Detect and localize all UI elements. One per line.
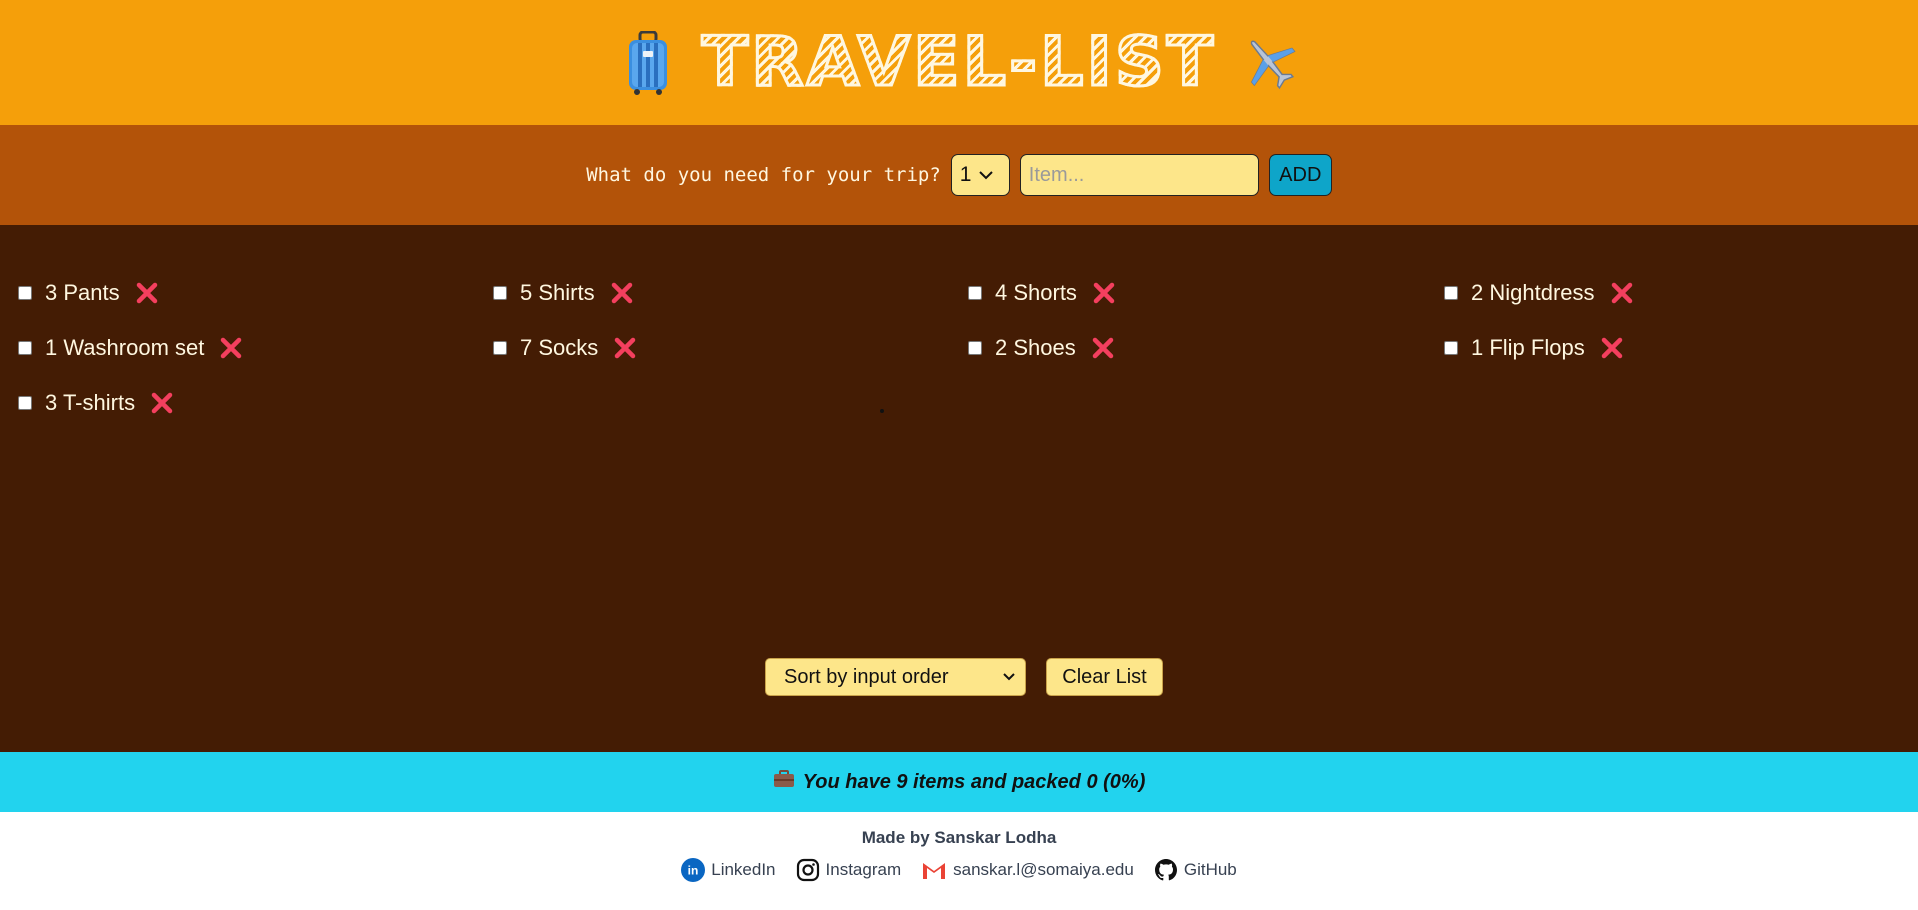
social-links: in LinkedIn Instagram sanskar.l@somaiya.… — [0, 858, 1918, 882]
item-checkbox[interactable] — [18, 341, 32, 355]
item-label: 3 Pants — [45, 280, 120, 305]
sort-select[interactable]: Sort by input order — [765, 658, 1026, 696]
app-title: TRAVEL-LIST — [700, 22, 1217, 104]
instagram-label: Instagram — [825, 860, 902, 879]
remove-item-button[interactable] — [1599, 335, 1625, 361]
item-checkbox[interactable] — [968, 286, 982, 300]
remove-item-button[interactable] — [149, 390, 175, 416]
form-label: What do you need for your trip? — [586, 164, 941, 186]
cross-icon — [611, 282, 632, 304]
list-item: 1 Flip Flops — [1444, 333, 1625, 363]
app-header: TRAVEL-LIST — [0, 0, 1918, 125]
item-label: 2 Shoes — [995, 335, 1076, 360]
linkedin-label: LinkedIn — [711, 860, 776, 879]
list-item: 3 Pants — [18, 278, 160, 308]
footer: Made by Sanskar Lodha in LinkedIn Instag… — [0, 812, 1918, 910]
list-item: 5 Shirts — [493, 278, 635, 308]
item-label: 3 T-shirts — [45, 390, 136, 415]
item-label: 1 Washroom set — [45, 335, 205, 360]
item-label: 4 Shorts — [995, 280, 1077, 305]
instagram-link[interactable]: Instagram — [796, 858, 902, 882]
suitcase-icon — [618, 28, 678, 98]
clear-list-button[interactable]: Clear List — [1046, 658, 1163, 696]
item-checkbox[interactable] — [493, 286, 507, 300]
stats-bar: You have 9 items and packed 0 (0%) — [0, 752, 1918, 812]
item-checkbox[interactable] — [1444, 286, 1458, 300]
cross-icon — [1093, 282, 1115, 304]
cross-icon — [1601, 337, 1622, 359]
cursor-dot — [880, 409, 884, 413]
packing-list: 3 Pants 5 Shirts 4 Shorts 2 Nightdress 1 Was… — [0, 225, 1918, 752]
item-checkbox[interactable] — [1444, 341, 1458, 355]
cross-icon — [136, 282, 157, 304]
cross-icon — [615, 337, 636, 359]
remove-item-button[interactable] — [1090, 335, 1116, 361]
item-label: 2 Nightdress — [1471, 280, 1595, 305]
cross-icon — [1611, 282, 1632, 304]
email-label: sanskar.l@somaiya.edu — [953, 860, 1134, 879]
list-item: 7 Socks — [493, 333, 638, 363]
add-button[interactable]: ADD — [1268, 154, 1332, 196]
item-checkbox[interactable] — [968, 341, 982, 355]
item-checkbox[interactable] — [493, 341, 507, 355]
email-link[interactable]: sanskar.l@somaiya.edu — [921, 858, 1134, 882]
github-icon — [1154, 859, 1177, 881]
remove-item-button[interactable] — [612, 335, 638, 361]
list-item: 4 Shorts — [968, 278, 1117, 308]
cross-icon — [151, 392, 173, 414]
item-label: 5 Shirts — [520, 280, 595, 305]
list-item: 2 Shoes — [968, 333, 1116, 363]
remove-item-button[interactable] — [609, 280, 635, 306]
svg-text:in: in — [688, 864, 699, 878]
item-checkbox[interactable] — [18, 286, 32, 300]
quantity-select[interactable]: 1 — [950, 154, 1010, 196]
linkedin-link[interactable]: in LinkedIn — [681, 858, 776, 882]
cross-icon — [221, 337, 242, 359]
sort-value: Sort by input order — [784, 665, 949, 688]
cross-icon — [1092, 337, 1113, 359]
remove-item-button[interactable] — [134, 280, 160, 306]
item-label: 1 Flip Flops — [1471, 335, 1585, 360]
list-actions: Sort by input order Clear List — [0, 658, 1918, 696]
gmail-icon — [923, 863, 946, 879]
github-link[interactable]: GitHub — [1154, 858, 1237, 882]
linkedin-icon: in — [681, 858, 706, 882]
item-input[interactable] — [1019, 154, 1259, 196]
quantity-value: 1 — [959, 163, 972, 186]
remove-item-button[interactable] — [1609, 280, 1635, 306]
list-item: 3 T-shirts — [18, 388, 175, 418]
airplane-icon — [1240, 28, 1300, 98]
item-label: 7 Socks — [520, 335, 599, 360]
chevron-down-icon — [1003, 673, 1015, 681]
stats-text: You have 9 items and packed 0 (0%) — [802, 770, 1146, 793]
made-by-text: Made by Sanskar Lodha — [861, 828, 1057, 847]
list-item: 1 Washroom set — [18, 333, 244, 363]
remove-item-button[interactable] — [218, 335, 244, 361]
instagram-icon — [796, 858, 819, 882]
briefcase-icon — [773, 770, 795, 794]
add-item-form: What do you need for your trip? 1 ADD — [0, 125, 1918, 225]
list-item: 2 Nightdress — [1444, 278, 1635, 308]
remove-item-button[interactable] — [1091, 280, 1117, 306]
github-label: GitHub — [1183, 860, 1237, 879]
chevron-down-icon — [979, 171, 994, 180]
item-checkbox[interactable] — [18, 396, 32, 410]
